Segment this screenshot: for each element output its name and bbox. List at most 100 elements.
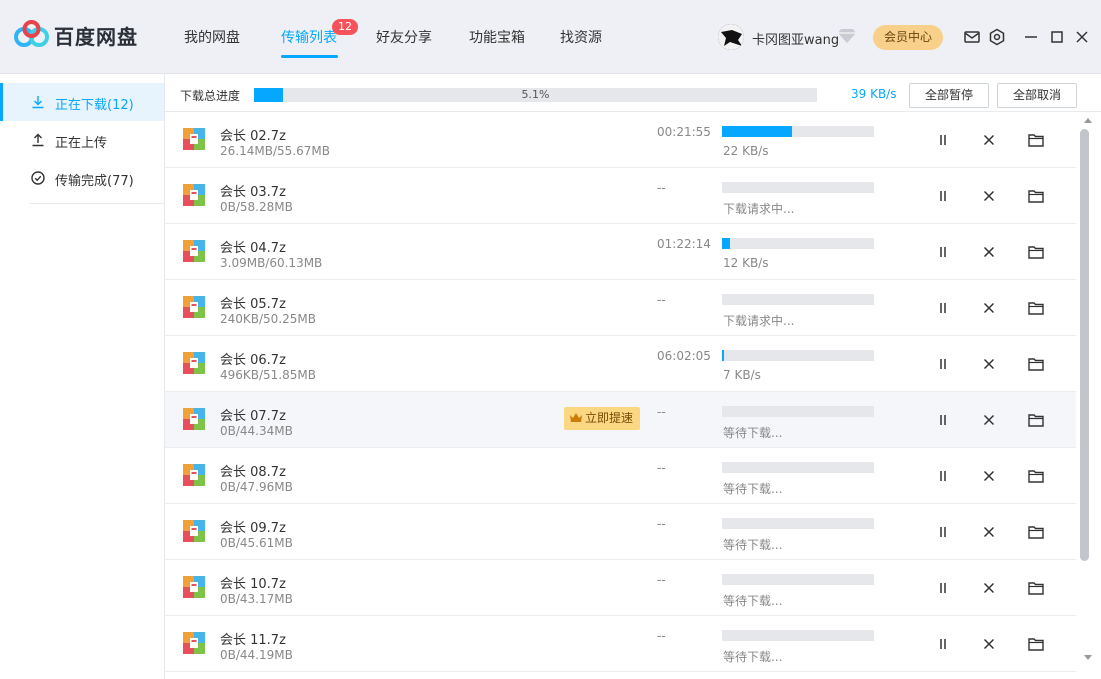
file-progress-fill <box>722 126 792 137</box>
cancel-icon[interactable] <box>980 467 998 485</box>
cancel-icon[interactable] <box>980 131 998 149</box>
pause-icon[interactable] <box>934 131 952 149</box>
download-list: 会长 02.7z 26.14MB/55.67MB 00:21:55 22 KB/s 会长… <box>165 112 1076 679</box>
time-remaining: -- <box>657 181 666 195</box>
pause-icon[interactable] <box>934 523 952 541</box>
tab-transfer-list[interactable]: 传输列表 <box>281 27 337 47</box>
pause-icon[interactable] <box>934 411 952 429</box>
open-folder-icon[interactable] <box>1027 579 1045 597</box>
close-icon[interactable] <box>1072 27 1092 47</box>
diamond-icon[interactable] <box>837 28 857 44</box>
open-folder-icon[interactable] <box>1027 523 1045 541</box>
table-row[interactable]: 会长 09.7z 0B/45.61MB -- 等待下载... <box>165 504 1076 560</box>
time-remaining: 06:02:05 <box>657 349 711 363</box>
tab-find-resources[interactable]: 找资源 <box>560 27 602 47</box>
open-folder-icon[interactable] <box>1027 411 1045 429</box>
cancel-icon[interactable] <box>980 299 998 317</box>
cancel-icon[interactable] <box>980 243 998 261</box>
file-status: 等待下载... <box>723 538 783 552</box>
time-remaining: -- <box>657 405 666 419</box>
vip-center-button[interactable]: 会员中心 <box>873 25 943 50</box>
tab-my-disk[interactable]: 我的网盘 <box>184 27 240 47</box>
pause-icon[interactable] <box>934 299 952 317</box>
avatar[interactable] <box>718 24 744 50</box>
archive-file-icon <box>183 128 205 150</box>
time-remaining: -- <box>657 293 666 307</box>
scroll-down-arrow-icon[interactable] <box>1084 655 1092 660</box>
table-row[interactable]: 会长 08.7z 0B/47.96MB -- 等待下载... <box>165 448 1076 504</box>
table-row[interactable]: 会长 04.7z 3.09MB/60.13MB 01:22:14 12 KB/s <box>165 224 1076 280</box>
app-name: 百度网盘 <box>54 25 138 49</box>
sidebar: 正在下载(12) 正在上传 传输完成(77) <box>0 74 165 679</box>
table-row[interactable]: 会长 05.7z 240KB/50.25MB -- 下载请求中... <box>165 280 1076 336</box>
table-row[interactable]: 会长 03.7z 0B/58.28MB -- 下载请求中... <box>165 168 1076 224</box>
table-row[interactable]: 会长 10.7z 0B/43.17MB -- 等待下载... <box>165 560 1076 616</box>
sidebar-item-completed[interactable]: 传输完成(77) <box>0 159 164 197</box>
cancel-icon[interactable] <box>980 411 998 429</box>
pause-icon[interactable] <box>934 635 952 653</box>
overall-progress-percent: 5.1% <box>521 88 550 101</box>
pause-icon[interactable] <box>934 355 952 373</box>
file-name: 会长 11.7z <box>220 633 286 648</box>
maximize-icon[interactable] <box>1047 27 1067 47</box>
open-folder-icon[interactable] <box>1027 467 1045 485</box>
avatar-image-icon <box>718 24 744 50</box>
file-name: 会长 03.7z <box>220 185 286 200</box>
file-progress-fill <box>722 238 730 249</box>
pause-icon[interactable] <box>934 467 952 485</box>
table-row[interactable]: 会长 02.7z 26.14MB/55.67MB 00:21:55 22 KB/s <box>165 112 1076 168</box>
mail-icon[interactable] <box>962 27 982 47</box>
file-size: 0B/44.34MB <box>220 424 293 438</box>
file-progress-track <box>722 238 874 249</box>
archive-file-icon <box>183 520 205 542</box>
file-size: 0B/58.28MB <box>220 200 293 214</box>
archive-file-icon <box>183 632 205 654</box>
tab-toolbox[interactable]: 功能宝箱 <box>469 27 525 47</box>
time-remaining: -- <box>657 461 666 475</box>
file-size: 0B/43.17MB <box>220 592 293 606</box>
cancel-icon[interactable] <box>980 523 998 541</box>
pause-all-button[interactable]: 全部暂停 <box>909 83 989 108</box>
crown-icon <box>570 413 582 422</box>
sidebar-item-downloading[interactable]: 正在下载(12) <box>0 83 164 121</box>
file-status: 22 KB/s <box>723 144 769 158</box>
minimize-icon[interactable] <box>1021 27 1041 47</box>
open-folder-icon[interactable] <box>1027 243 1045 261</box>
cancel-icon[interactable] <box>980 187 998 205</box>
scrollbar[interactable] <box>1076 112 1101 679</box>
baidu-netdisk-logo-icon <box>14 20 49 47</box>
archive-file-icon <box>183 352 205 374</box>
scroll-up-arrow-icon[interactable] <box>1084 118 1092 123</box>
file-name: 会长 02.7z <box>220 129 286 144</box>
settings-icon[interactable] <box>987 27 1007 47</box>
user-name[interactable]: 卡冈图亚wang <box>752 29 839 48</box>
file-name: 会长 05.7z <box>220 297 286 312</box>
cancel-icon[interactable] <box>980 579 998 597</box>
archive-file-icon <box>183 464 205 486</box>
open-folder-icon[interactable] <box>1027 187 1045 205</box>
pause-icon[interactable] <box>934 187 952 205</box>
sidebar-item-uploading[interactable]: 正在上传 <box>0 121 164 159</box>
cancel-all-button[interactable]: 全部取消 <box>997 83 1077 108</box>
open-folder-icon[interactable] <box>1027 635 1045 653</box>
cancel-icon[interactable] <box>980 355 998 373</box>
time-remaining: 00:21:55 <box>657 125 711 139</box>
pause-icon[interactable] <box>934 579 952 597</box>
sidebar-divider <box>30 203 164 204</box>
file-progress-track <box>722 350 874 361</box>
file-progress-track <box>722 126 874 137</box>
upload-icon <box>32 133 44 147</box>
cancel-icon[interactable] <box>980 635 998 653</box>
open-folder-icon[interactable] <box>1027 299 1045 317</box>
open-folder-icon[interactable] <box>1027 131 1045 149</box>
file-progress-track <box>722 182 874 193</box>
overall-progress-track: 5.1% <box>254 88 817 102</box>
tab-friend-share[interactable]: 好友分享 <box>376 27 432 47</box>
table-row[interactable]: 会长 11.7z 0B/44.19MB -- 等待下载... <box>165 616 1076 672</box>
pause-icon[interactable] <box>934 243 952 261</box>
file-status: 等待下载... <box>723 650 783 664</box>
boost-speed-button[interactable]: 立即提速 <box>564 407 640 430</box>
scrollbar-thumb[interactable] <box>1080 129 1089 561</box>
open-folder-icon[interactable] <box>1027 355 1045 373</box>
table-row[interactable]: 会长 06.7z 496KB/51.85MB 06:02:05 7 KB/s <box>165 336 1076 392</box>
